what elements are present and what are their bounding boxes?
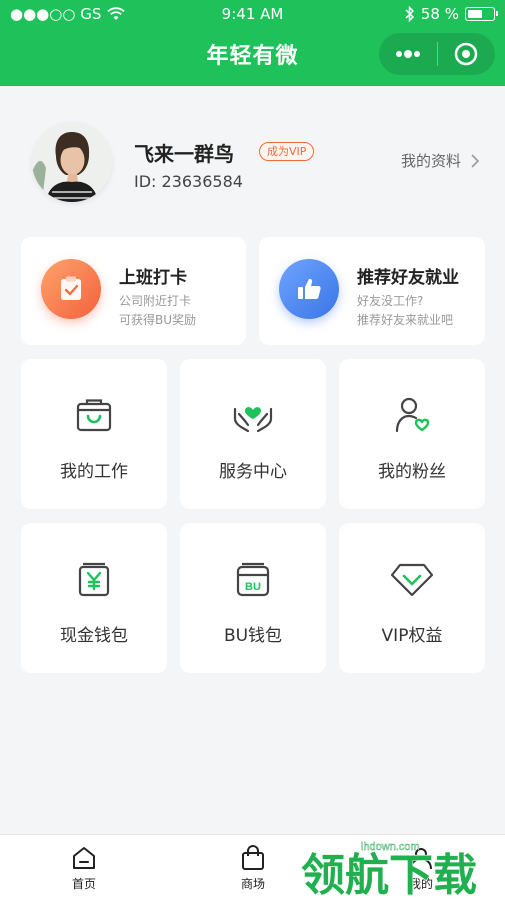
grid-item-service-center[interactable]: 服务中心 xyxy=(180,359,326,509)
clock-in-subtitle: 公司附近打卡 可获得BU奖励 xyxy=(119,292,196,330)
grid-item-my-work[interactable]: 我的工作 xyxy=(21,359,167,509)
grid-item-my-fans[interactable]: 我的粉丝 xyxy=(339,359,485,509)
more-button[interactable] xyxy=(379,33,437,75)
bottom-tab-bar: 首页 商场 我的 lhdown.com 领航下载 xyxy=(0,834,505,900)
battery-percent: 58 % xyxy=(420,5,459,23)
grid-label-service-center: 服务中心 xyxy=(219,462,287,482)
refer-friend-title: 推荐好友就业 xyxy=(357,268,459,288)
avatar[interactable] xyxy=(32,122,112,202)
battery-icon xyxy=(465,7,498,21)
miniprogram-capsule xyxy=(379,33,495,75)
thumbs-up-icon xyxy=(279,259,339,319)
refer-friend-subtitle-line2: 推荐好友来就业吧 xyxy=(357,313,454,327)
tab-home[interactable]: 首页 xyxy=(44,845,124,895)
tab-home-label: 首页 xyxy=(71,877,96,891)
bu-wallet-icon: BU xyxy=(180,559,326,599)
site-watermark: lhdown.com 领航下载 xyxy=(300,838,501,900)
profile-section: 飞来一群鸟 成为VIP ID: 23636584 我的资料 xyxy=(0,86,505,230)
grid-label-my-fans: 我的粉丝 xyxy=(378,462,446,482)
shopping-bag-icon xyxy=(242,845,264,870)
grid-label-cash-wallet: 现金钱包 xyxy=(60,626,128,646)
home-icon xyxy=(73,847,95,869)
clock-in-subtitle-line2: 可获得BU奖励 xyxy=(119,313,197,327)
clipboard-check-icon xyxy=(41,259,101,319)
refer-friend-subtitle-line1: 好友没工作? xyxy=(357,294,424,308)
become-vip-badge[interactable]: 成为VIP xyxy=(259,142,315,161)
heart-hands-icon xyxy=(180,395,326,435)
clock-in-title: 上班打卡 xyxy=(119,268,187,288)
app-header: ●●●○○ GS 9:41 AM 58 % 年轻有微 xyxy=(0,0,505,86)
chevron-right-icon xyxy=(471,153,479,168)
target-circle-icon xyxy=(454,42,478,66)
grid-label-bu-wallet: BU钱包 xyxy=(223,626,283,646)
tab-mall-label: 商场 xyxy=(240,877,265,891)
tab-mall[interactable]: 商场 xyxy=(213,845,293,895)
svg-text:BU: BU xyxy=(245,581,261,593)
my-profile-label: 我的资料 xyxy=(400,152,461,170)
close-miniprogram-button[interactable] xyxy=(437,33,495,75)
status-bar: ●●●○○ GS 9:41 AM 58 % xyxy=(0,0,505,28)
refer-friend-card[interactable]: 推荐好友就业 好友没工作? 推荐好友来就业吧 xyxy=(259,237,485,345)
user-heart-icon xyxy=(339,395,485,435)
briefcase-icon xyxy=(21,395,167,435)
clock-in-subtitle-line1: 公司附近打卡 xyxy=(119,294,192,308)
grid-item-cash-wallet[interactable]: 现金钱包 xyxy=(21,523,167,673)
username: 飞来一群鸟 xyxy=(134,142,234,166)
grid-item-bu-wallet[interactable]: BU BU钱包 xyxy=(180,523,326,673)
user-id: ID: 23636584 xyxy=(134,172,243,191)
more-dots-icon xyxy=(395,50,420,58)
watermark-text: 领航下载 xyxy=(301,850,477,898)
my-profile-link[interactable]: 我的资料 xyxy=(401,150,479,171)
grid-item-vip-rights[interactable]: VIP权益 xyxy=(339,523,485,673)
bluetooth-icon xyxy=(405,6,414,22)
refer-friend-subtitle: 好友没工作? 推荐好友来就业吧 xyxy=(357,292,453,330)
avatar-image xyxy=(32,122,112,202)
grid-label-my-work: 我的工作 xyxy=(60,462,128,482)
diamond-icon xyxy=(339,559,485,599)
clock-in-card[interactable]: 上班打卡 公司附近打卡 可获得BU奖励 xyxy=(21,237,246,345)
yen-wallet-icon xyxy=(21,559,167,599)
grid-label-vip-rights: VIP权益 xyxy=(381,626,443,646)
